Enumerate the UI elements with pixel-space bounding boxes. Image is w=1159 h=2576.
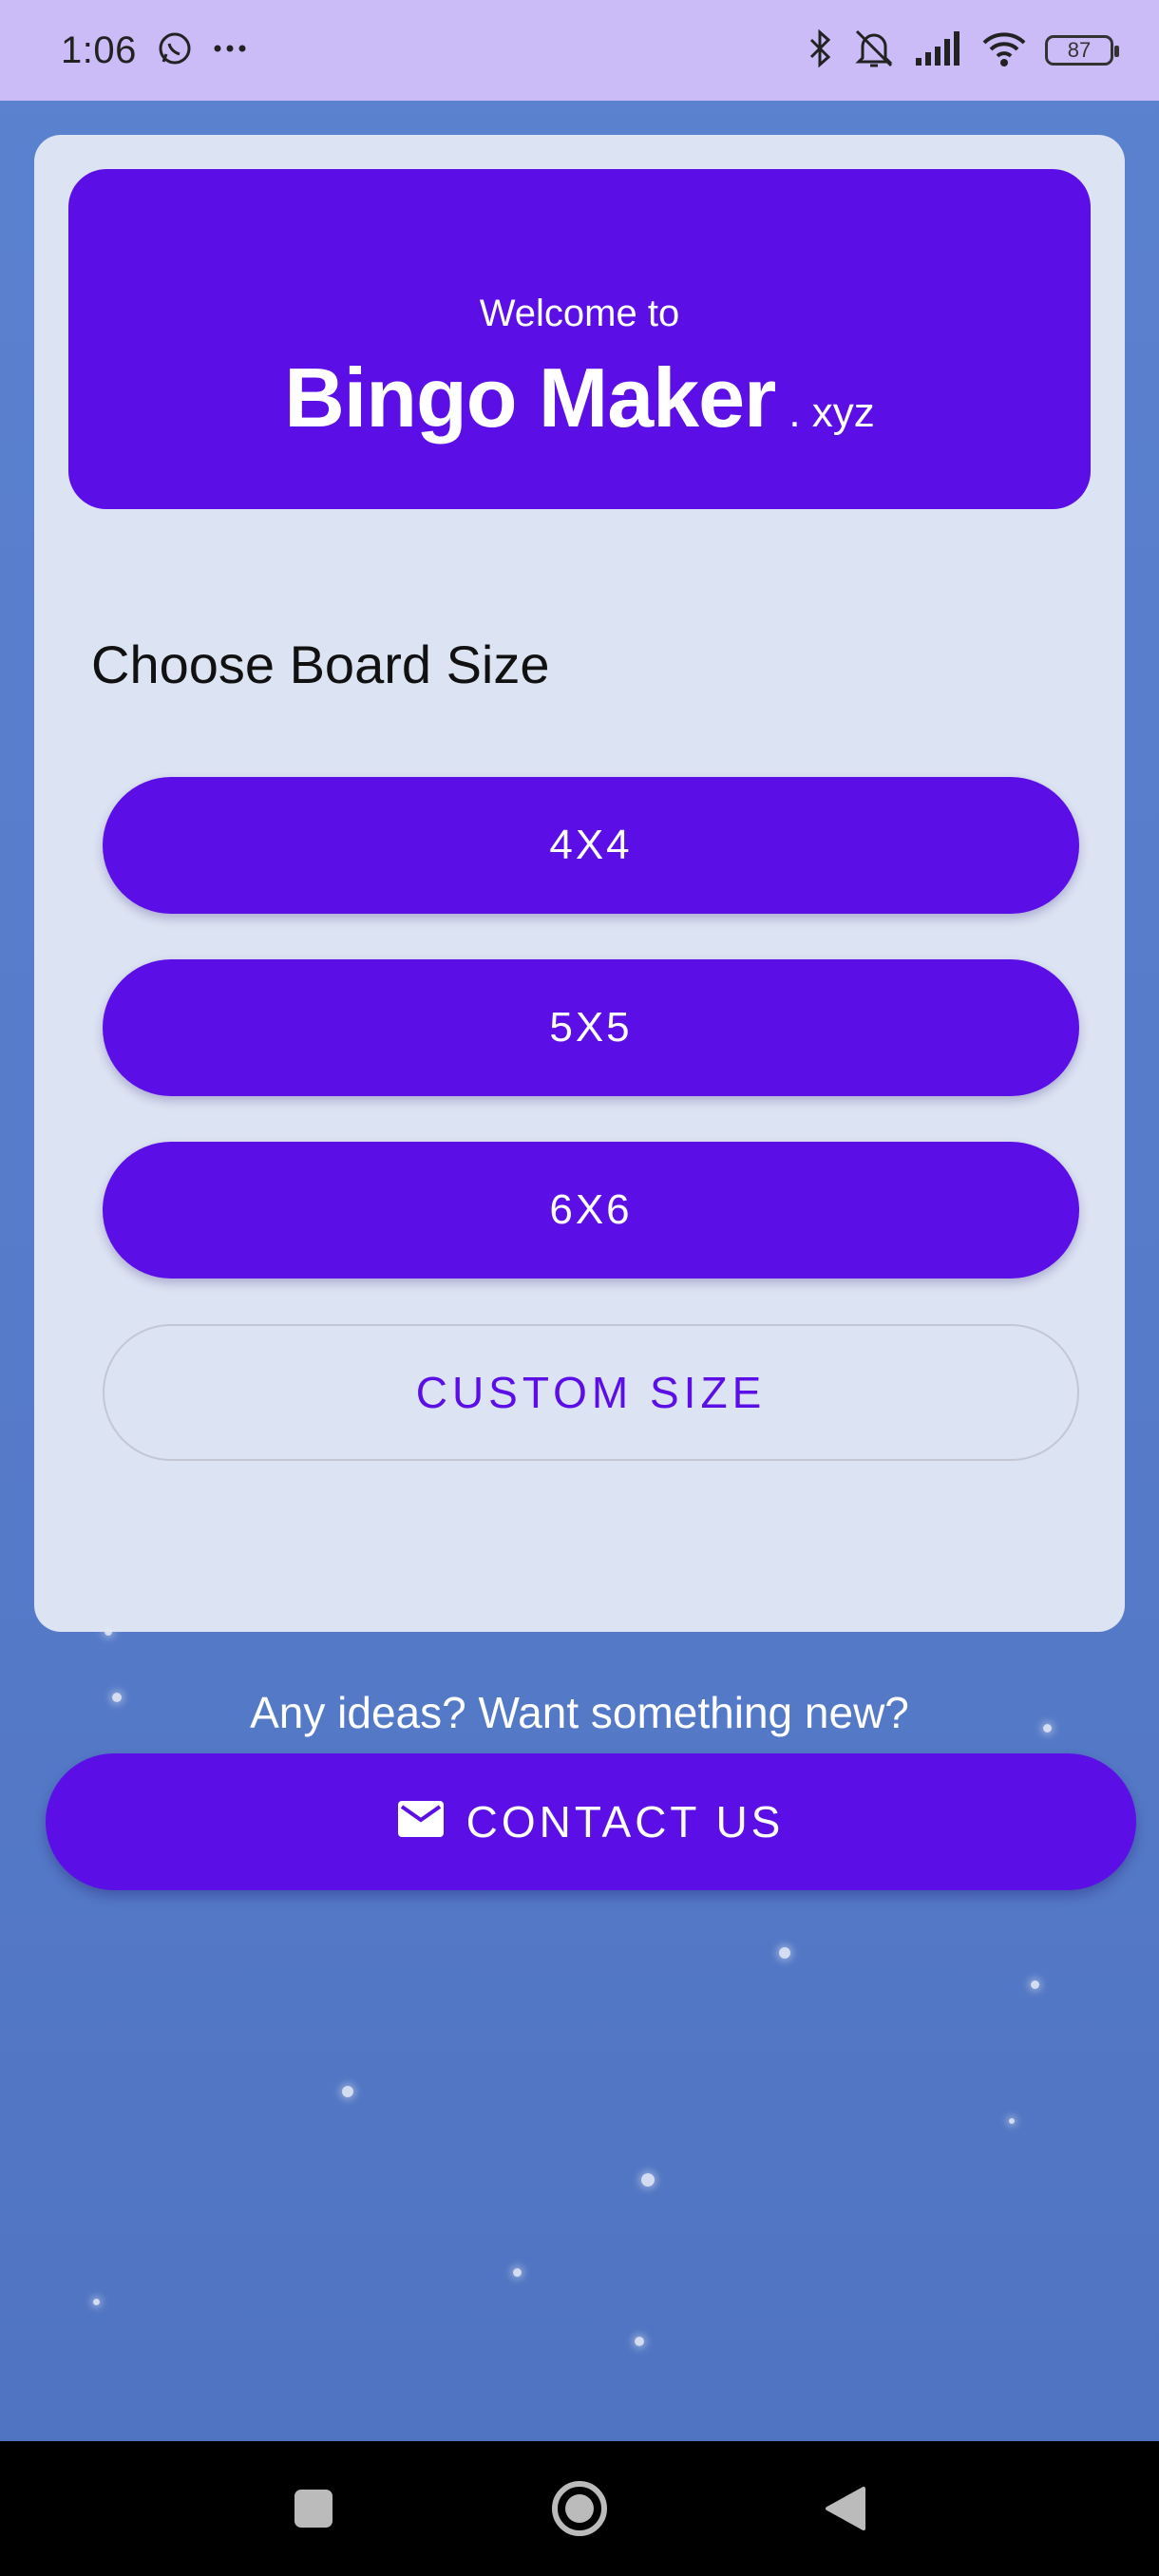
home-icon[interactable]	[542, 2471, 618, 2547]
contact-us-label: CONTACT US	[466, 1797, 785, 1847]
status-bar: 1:06 87	[0, 0, 1159, 101]
more-dots-icon	[213, 42, 247, 59]
whatsapp-icon	[156, 29, 194, 72]
sparkle	[513, 2268, 522, 2277]
board-size-heading: Choose Board Size	[91, 635, 550, 694]
board-size-6x6-button[interactable]: 6X6	[103, 1142, 1079, 1279]
recent-apps-icon[interactable]	[276, 2471, 352, 2547]
board-size-5x5-button[interactable]: 5X5	[103, 959, 1079, 1096]
board-size-4x4-button[interactable]: 4X4	[103, 777, 1079, 914]
sparkle	[635, 2337, 644, 2346]
main-card: Welcome to Bingo Maker . xyz Choose Boar…	[34, 135, 1125, 1632]
bluetooth-icon	[806, 28, 834, 73]
mute-bell-icon	[851, 28, 897, 74]
sparkle	[1009, 2118, 1015, 2124]
status-left: 1:06	[61, 29, 247, 72]
app-title-suffix: . xyz	[788, 389, 875, 436]
signal-icon	[914, 29, 963, 72]
sparkle	[779, 1947, 790, 1959]
sparkle	[641, 2173, 655, 2187]
sparkle	[342, 2086, 353, 2097]
app-title: Bingo Maker	[284, 350, 776, 445]
battery-level: 87	[1067, 38, 1092, 62]
custom-size-button[interactable]: CUSTOM SIZE	[103, 1324, 1079, 1461]
contact-us-button[interactable]: CONTACT US	[46, 1753, 1136, 1890]
app-title-row: Bingo Maker . xyz	[68, 350, 1091, 446]
sparkle	[1031, 1980, 1039, 1989]
battery-icon: 87	[1045, 35, 1119, 66]
system-nav-bar	[0, 2441, 1159, 2576]
back-icon[interactable]	[808, 2471, 884, 2547]
status-time: 1:06	[61, 28, 137, 71]
wifi-icon	[980, 29, 1028, 72]
status-right: 87	[806, 28, 1119, 74]
contact-prompt: Any ideas? Want something new?	[250, 1688, 909, 1737]
welcome-banner: Welcome to Bingo Maker . xyz	[68, 169, 1091, 509]
mail-icon	[397, 1796, 444, 1847]
sparkle	[93, 2299, 100, 2305]
welcome-text: Welcome to	[479, 293, 680, 334]
